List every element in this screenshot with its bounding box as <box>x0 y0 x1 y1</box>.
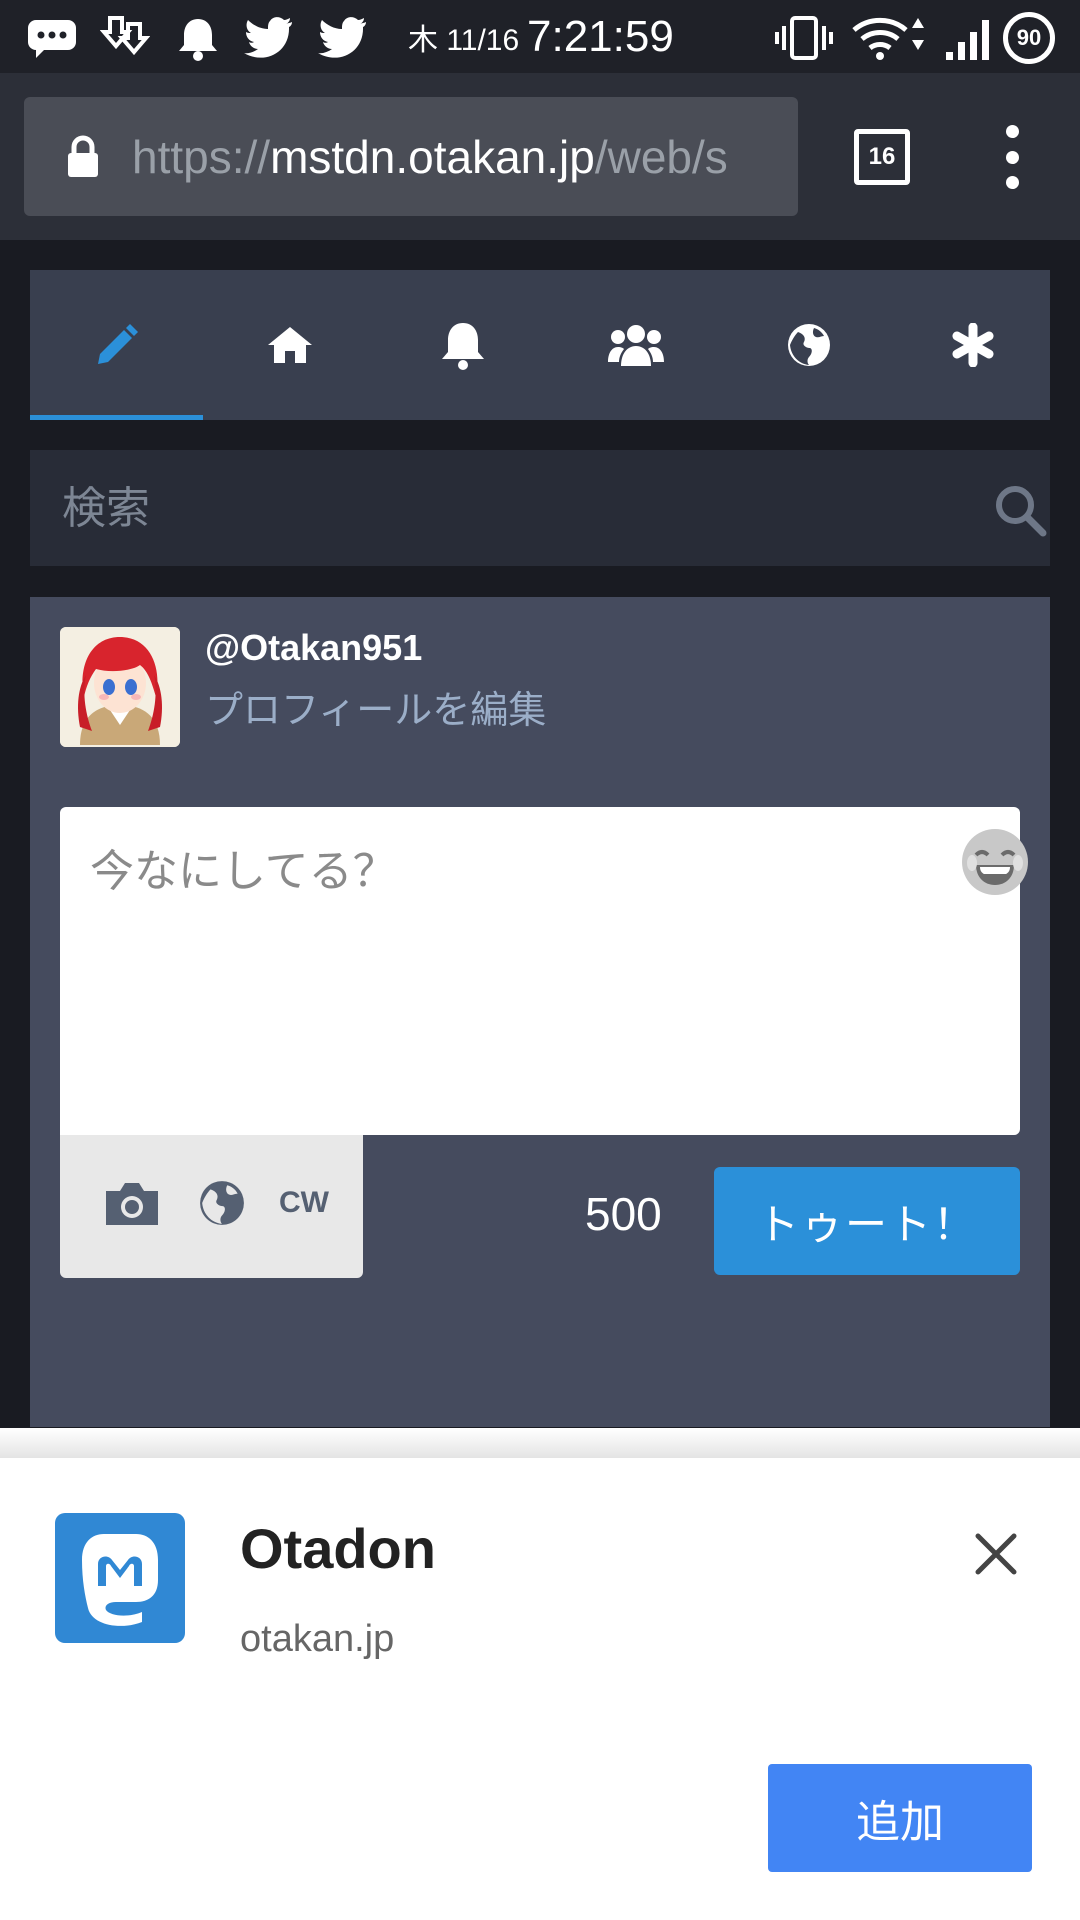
menu-dot <box>1005 150 1019 164</box>
browser-toolbar: https://mstdn.otakan.jp/web/s 16 <box>0 73 1080 240</box>
browser-menu-button[interactable] <box>1000 125 1024 189</box>
search-input[interactable] <box>60 450 960 566</box>
close-sheet-button[interactable] <box>966 1524 1026 1584</box>
notifications-icon <box>441 323 484 370</box>
edit-profile-link[interactable]: プロフィールを編集 <box>205 679 546 734</box>
tab-federated-timeline[interactable] <box>722 270 895 420</box>
messages-icon <box>26 14 78 62</box>
federated-timeline-icon <box>787 324 830 366</box>
wifi-icon <box>850 14 928 62</box>
tab-notifications[interactable] <box>376 270 549 420</box>
app-name: Otadon <box>240 1517 436 1580</box>
status-bar: 木 11/16 7:21:59 90 <box>0 0 1080 73</box>
sheet-shadow <box>0 1428 1080 1458</box>
menu-dot <box>1005 125 1019 138</box>
privacy-button[interactable] <box>196 1173 248 1233</box>
menu-dot <box>1005 176 1019 189</box>
twitter-icon <box>244 14 294 62</box>
url-bar[interactable]: https://mstdn.otakan.jp/web/s <box>24 97 798 216</box>
mastodon-app-icon <box>55 1513 185 1643</box>
tab-switcher-button[interactable]: 16 <box>854 129 910 185</box>
tab-local-timeline[interactable] <box>549 270 722 420</box>
notification-bell-icon <box>176 14 220 62</box>
battery-icon: 90 <box>1003 12 1055 64</box>
status-date: 木 11/16 <box>408 23 520 57</box>
getting-started-icon <box>952 323 993 367</box>
tab-getting-started[interactable] <box>895 270 1050 420</box>
status-time: 7:21:59 <box>527 11 674 61</box>
add-to-homescreen-sheet: Otadon otakan.jp 追加 <box>0 1428 1080 1920</box>
account-username[interactable]: @Otakan951 <box>205 627 422 669</box>
app-domain: otakan.jp <box>240 1618 395 1660</box>
emoji-picker-button[interactable] <box>962 829 1028 895</box>
close-icon <box>975 1533 1017 1575</box>
avatar[interactable] <box>60 627 180 747</box>
vibrate-icon <box>774 14 834 62</box>
content-warning-button[interactable]: CW <box>274 1173 334 1233</box>
mastodon-nav-tabs <box>30 270 1050 420</box>
search-icon[interactable] <box>993 483 1047 541</box>
url-host: mstdn.otakan.jp <box>270 130 595 183</box>
compose-box <box>60 807 1028 1135</box>
search-bar <box>30 450 1050 566</box>
compose-panel: @Otakan951 プロフィールを編集 CW 500 トゥート！ <box>30 597 1050 1427</box>
url-path: /web/s <box>594 130 728 183</box>
download-icon <box>100 14 150 62</box>
compose-icon <box>97 324 138 364</box>
twitter-icon <box>318 14 368 62</box>
media-upload-button[interactable] <box>102 1173 162 1233</box>
tab-compose[interactable] <box>30 270 203 420</box>
local-timeline-icon <box>607 325 664 366</box>
lock-icon <box>66 135 100 183</box>
tab-home[interactable] <box>203 270 376 420</box>
globe-icon <box>200 1181 244 1225</box>
signal-icon <box>944 14 998 62</box>
add-button[interactable]: 追加 <box>768 1764 1032 1872</box>
active-tab-indicator <box>30 415 203 420</box>
compose-options: CW <box>60 1135 363 1278</box>
camera-icon <box>106 1183 158 1225</box>
url-scheme: https:// <box>132 130 271 183</box>
character-counter: 500 <box>585 1188 662 1240</box>
url-text[interactable]: https://mstdn.otakan.jp/web/s <box>132 97 792 216</box>
laughing-emoji-icon <box>964 831 1026 893</box>
toot-button[interactable]: トゥート！ <box>714 1167 1020 1275</box>
compose-textarea[interactable] <box>60 807 1020 1135</box>
home-icon <box>267 327 312 363</box>
